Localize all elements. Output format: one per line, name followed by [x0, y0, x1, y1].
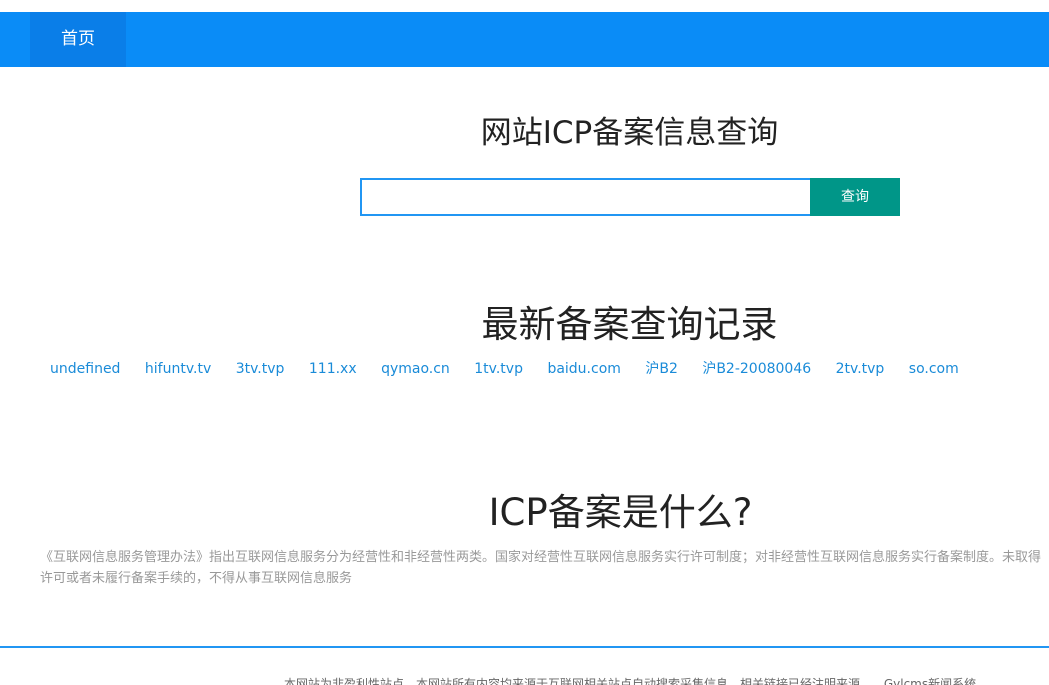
recent-record-link[interactable]: 沪B2-20080046 [702, 361, 811, 377]
icp-info-text: 《互联网信息服务管理办法》指出互联网信息服务分为经营性和非经营性两类。国家对经营… [40, 550, 1042, 586]
nav-home-tab[interactable]: 首页 [30, 12, 126, 67]
recent-record-link[interactable]: 3tv.tvp [236, 361, 285, 377]
top-navbar: 首页 [0, 12, 1049, 67]
search-button[interactable]: 查询 [810, 178, 900, 216]
footer: 本网站为非盈利性站点，本网站所有内容均来源于互联网相关站点自动搜索采集信息，相关… [284, 674, 1049, 685]
recent-records-title: 最新备案查询记录 [481, 303, 778, 346]
recent-record-link[interactable]: qymao.cn [381, 361, 450, 377]
recent-record-link[interactable]: 1tv.tvp [474, 361, 523, 377]
recent-record-link[interactable]: so.com [909, 361, 959, 377]
recent-records-list: undefined hifuntv.tv 3tv.tvp 111.xx qyma… [50, 359, 1040, 381]
recent-record-link[interactable]: undefined [50, 361, 120, 377]
footer-divider [0, 646, 1049, 648]
recent-record-link[interactable]: 沪B2 [645, 361, 678, 377]
footer-system-link[interactable]: Gylcms新闻系统 [884, 677, 976, 685]
domain-search-input[interactable] [360, 178, 812, 216]
footer-disclaimer: 本网站为非盈利性站点，本网站所有内容均来源于互联网相关站点自动搜索采集信息，相关… [284, 677, 873, 685]
icp-info-title: ICP备案是什么? [488, 491, 753, 534]
search-title: 网站ICP备案信息查询 [480, 115, 779, 151]
recent-record-link[interactable]: hifuntv.tv [145, 361, 211, 377]
recent-record-link[interactable]: baidu.com [547, 361, 620, 377]
search-form: 查询 [360, 178, 900, 216]
recent-record-link[interactable]: 111.xx [309, 361, 357, 377]
recent-record-link[interactable]: 2tv.tvp [836, 361, 885, 377]
